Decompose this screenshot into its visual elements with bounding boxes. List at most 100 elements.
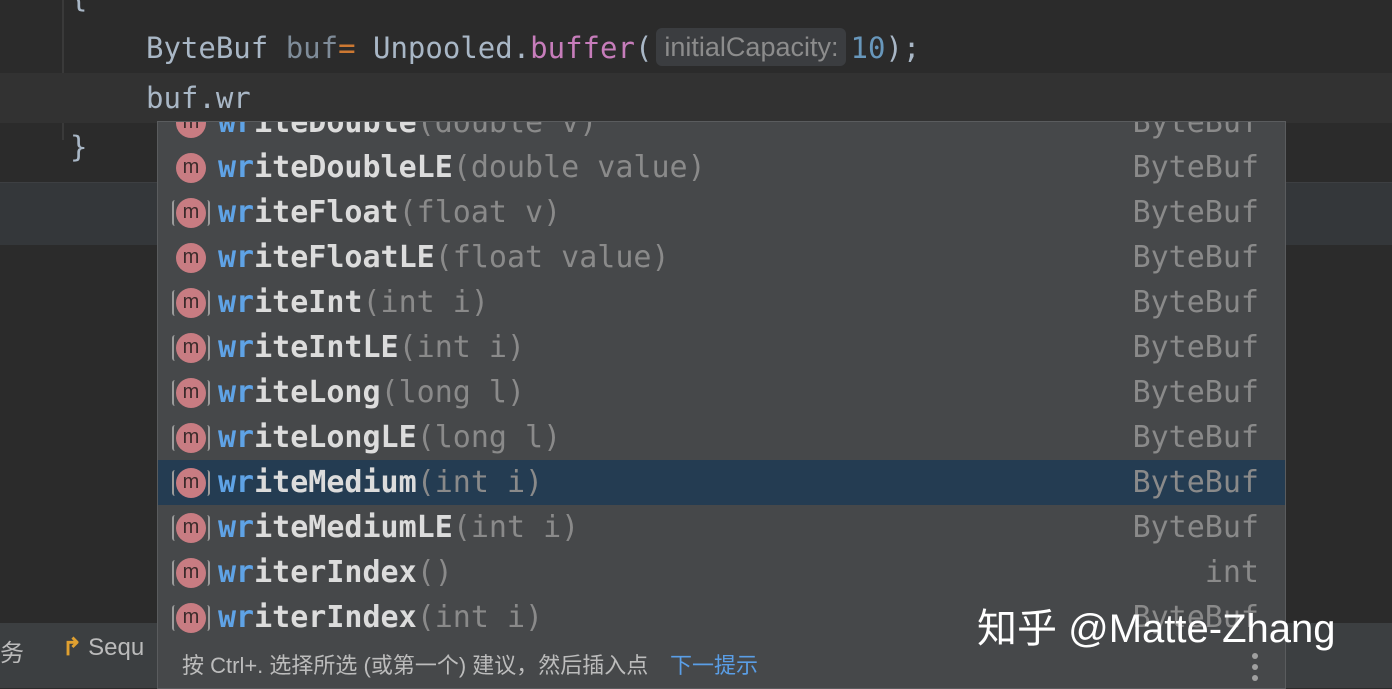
completion-item[interactable]: m writeDouble(double v) ByteBuf <box>158 121 1285 145</box>
method-name-rest: iteIntLE <box>254 330 399 365</box>
method-name: writeMediumLE(int i) <box>218 505 579 550</box>
method-params: (double value) <box>452 150 706 185</box>
match-highlight: wr <box>218 510 255 545</box>
arg-token: 10 <box>850 31 886 65</box>
close-brace: } <box>70 130 88 164</box>
paren-open: ( <box>634 31 653 65</box>
parameter-hint: initialCapacity: <box>656 28 847 66</box>
match-highlight: wr <box>218 555 255 590</box>
return-type: ByteBuf <box>1132 465 1259 500</box>
method-name: writeMedium(int i) <box>218 460 543 505</box>
completion-item[interactable]: m writeLong(long l) ByteBuf <box>158 370 1285 415</box>
method-params: (int i) <box>416 600 544 635</box>
method-params: (int i) <box>362 285 489 320</box>
method-icon: m <box>172 288 210 318</box>
method-icon: m <box>172 558 210 588</box>
match-highlight: wr <box>218 240 255 275</box>
return-type: ByteBuf <box>1132 121 1259 140</box>
completion-item[interactable]: m writeIntLE(int i) ByteBuf <box>158 325 1285 370</box>
method-icon: m <box>176 122 206 138</box>
match-highlight: wr <box>218 285 255 320</box>
method-name: writerIndex() <box>218 550 453 595</box>
match-highlight: wr <box>218 150 255 185</box>
method-params: (int i) <box>398 330 526 365</box>
class-token: Unpooled <box>373 31 513 65</box>
completion-item[interactable]: m writeLongLE(long l) ByteBuf <box>158 415 1285 460</box>
method-icon: m <box>172 378 210 408</box>
method-params: (int i) <box>416 465 544 500</box>
completion-item[interactable]: m writeDoubleLE(double value) ByteBuf <box>158 145 1285 190</box>
method-icon: m <box>176 243 206 273</box>
method-name: writeFloat(float v) <box>218 190 561 235</box>
return-type: ByteBuf <box>1132 150 1259 185</box>
method-icon: m <box>172 198 210 228</box>
sequence-diagram-icon: ↱ <box>62 634 83 661</box>
method-name: writeLong(long l) <box>218 370 525 415</box>
match-highlight: wr <box>218 195 255 230</box>
completion-item[interactable]: m writeFloatLE(float value) ByteBuf <box>158 235 1285 280</box>
open-brace: { <box>70 0 87 22</box>
method-name-rest: iterIndex <box>254 555 417 590</box>
method-params: (long l) <box>416 420 562 455</box>
return-type: int <box>1204 555 1259 590</box>
completion-item[interactable]: m writeInt(int i) ByteBuf <box>158 280 1285 325</box>
method-params: () <box>416 555 453 590</box>
match-highlight: wr <box>218 375 255 410</box>
assign-op: = <box>338 31 356 65</box>
next-tip-link[interactable]: 下一提示 <box>670 644 758 688</box>
return-type: ByteBuf <box>1132 330 1259 365</box>
method-name: writeDoubleLE(double value) <box>218 145 706 190</box>
method-icon: m <box>172 333 210 363</box>
match-highlight: wr <box>218 465 255 500</box>
return-type: ByteBuf <box>1132 510 1259 545</box>
return-type: ByteBuf <box>1132 285 1259 320</box>
return-type: ByteBuf <box>1132 240 1259 275</box>
completion-item[interactable]: m writerIndex() int <box>158 550 1285 595</box>
method-params: (double v) <box>416 121 598 140</box>
return-type: ByteBuf <box>1132 420 1259 455</box>
match-highlight: wr <box>218 121 255 140</box>
completion-item[interactable]: m writeFloat(float v) ByteBuf <box>158 190 1285 235</box>
completion-item[interactable]: m writeMedium(int i) ByteBuf <box>158 460 1285 505</box>
return-type: ByteBuf <box>1132 195 1259 230</box>
method-name-rest: iteLongLE <box>254 420 417 455</box>
dot-token: . <box>512 31 531 65</box>
method-name: writeDouble(double v) <box>218 121 598 145</box>
code-line-brace-open[interactable]: { <box>0 0 1392 22</box>
method-name: writeLongLE(long l) <box>218 415 561 460</box>
typed-expression: buf.wr <box>146 81 251 115</box>
method-name-rest: iteLong <box>254 375 381 410</box>
method-name: writeInt(int i) <box>218 280 489 325</box>
method-icon: m <box>176 153 206 183</box>
method-params: (int i) <box>452 510 580 545</box>
var-token: buf <box>285 31 339 65</box>
buffer-statement: ByteBuf buf= Unpooled.buffer(initialCapa… <box>146 23 920 73</box>
method-name-rest: iteMedium <box>254 465 417 500</box>
match-highlight: wr <box>218 600 255 635</box>
method-icon: m <box>172 423 210 453</box>
method-params: (float value) <box>434 240 670 275</box>
method-name-rest: iteFloat <box>254 195 399 230</box>
method-token: buffer <box>530 31 635 65</box>
code-line-buffer[interactable]: ByteBuf buf= Unpooled.buffer(initialCapa… <box>0 23 1392 73</box>
method-params: (float v) <box>398 195 562 230</box>
method-params: (long l) <box>380 375 526 410</box>
method-icon: m <box>172 513 210 543</box>
method-name-rest: iterIndex <box>254 600 417 635</box>
method-name-rest: iteDoubleLE <box>254 150 453 185</box>
method-name: writeFloatLE(float value) <box>218 235 670 280</box>
sequence-tab-label: Sequ <box>88 634 145 661</box>
completion-item[interactable]: m writeMediumLE(int i) ByteBuf <box>158 505 1285 550</box>
watermark: 知乎 @Matte-Zhang <box>977 607 1336 651</box>
tool-tab-truncated[interactable]: 务 <box>0 633 24 668</box>
statement-end: ); <box>885 31 921 65</box>
type-token: ByteBuf <box>146 31 269 65</box>
method-name: writeIntLE(int i) <box>218 325 525 370</box>
return-type: ByteBuf <box>1132 375 1259 410</box>
method-name-rest: iteDouble <box>254 121 417 140</box>
code-line-current[interactable]: buf.wr <box>0 73 1392 123</box>
sequence-tool-tab[interactable]: ↱ Sequ <box>62 633 144 662</box>
method-icon: m <box>172 468 210 498</box>
method-name-rest: iteInt <box>254 285 363 320</box>
match-highlight: wr <box>218 420 255 455</box>
